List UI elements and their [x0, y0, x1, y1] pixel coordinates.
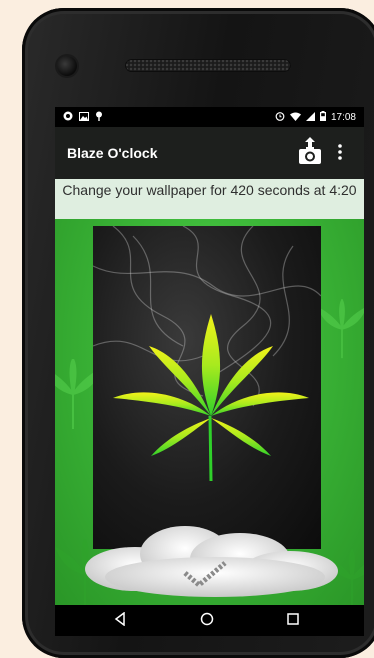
status-bar: 17:08 — [55, 107, 364, 127]
app-bar: Blaze O'clock — [55, 127, 364, 179]
app-notification-icon — [63, 111, 73, 124]
camera-upload-icon[interactable] — [298, 137, 322, 170]
battery-icon — [319, 111, 326, 124]
pin-icon — [95, 111, 103, 124]
image-icon — [79, 111, 89, 124]
recents-icon[interactable] — [286, 612, 300, 631]
more-vert-icon[interactable] — [338, 144, 342, 165]
navigation-bar — [55, 605, 364, 636]
wallpaper-banner: Change your wallpaper for 420 seconds at… — [55, 179, 364, 219]
earpiece-speaker — [125, 59, 291, 72]
wifi-icon — [289, 112, 301, 124]
background-leaf-icon — [317, 299, 364, 359]
status-time: 17:08 — [330, 112, 356, 123]
app-title: Blaze O'clock — [67, 145, 158, 161]
signal-icon — [305, 111, 315, 124]
front-camera — [57, 56, 77, 76]
phone-screen: 17:08 Blaze O'clock Change your wallpape… — [55, 107, 364, 636]
home-icon[interactable] — [200, 612, 214, 631]
cannabis-leaf-icon — [113, 314, 309, 482]
back-icon[interactable] — [113, 611, 127, 631]
alarm-icon — [275, 111, 285, 124]
wallpaper-area: Change your wallpaper for 420 seconds at… — [55, 179, 364, 609]
apply-check-icon[interactable] — [181, 559, 229, 594]
